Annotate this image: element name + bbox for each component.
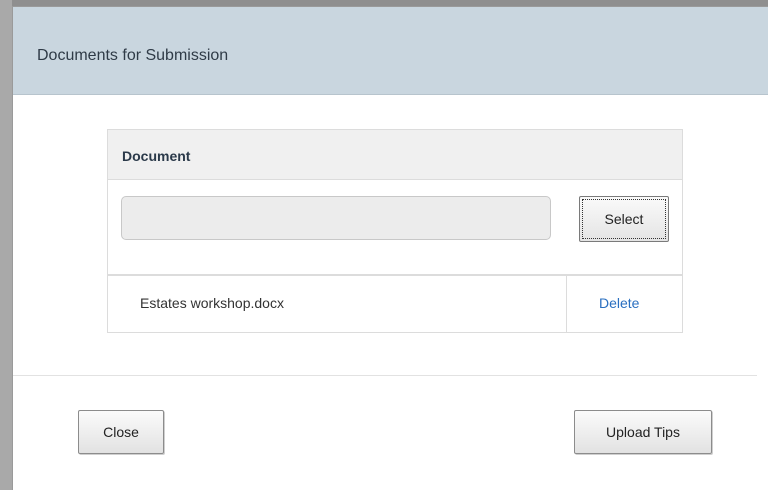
documents-table: Document Select Estates workshop.docx De… [107,129,683,333]
dialog-header: Documents for Submission [13,7,768,95]
file-name: Estates workshop.docx [140,295,284,311]
column-header-document: Document [122,148,191,164]
upload-row: Select [108,180,682,276]
table-row: Estates workshop.docx Delete [108,276,682,332]
close-button[interactable]: Close [78,410,164,454]
delete-file-link[interactable]: Delete [599,295,639,311]
documents-dialog: Documents for Submission Document Select… [12,6,768,490]
file-path-input[interactable] [121,196,551,240]
table-header: Document [108,130,682,180]
dialog-title: Documents for Submission [37,47,229,64]
file-name-cell: Estates workshop.docx [108,276,567,332]
backdrop-left-edge [0,0,12,490]
upload-tips-button[interactable]: Upload Tips [574,410,712,454]
select-file-button[interactable]: Select [579,196,669,242]
footer-divider [13,375,757,376]
delete-cell: Delete [567,276,682,332]
